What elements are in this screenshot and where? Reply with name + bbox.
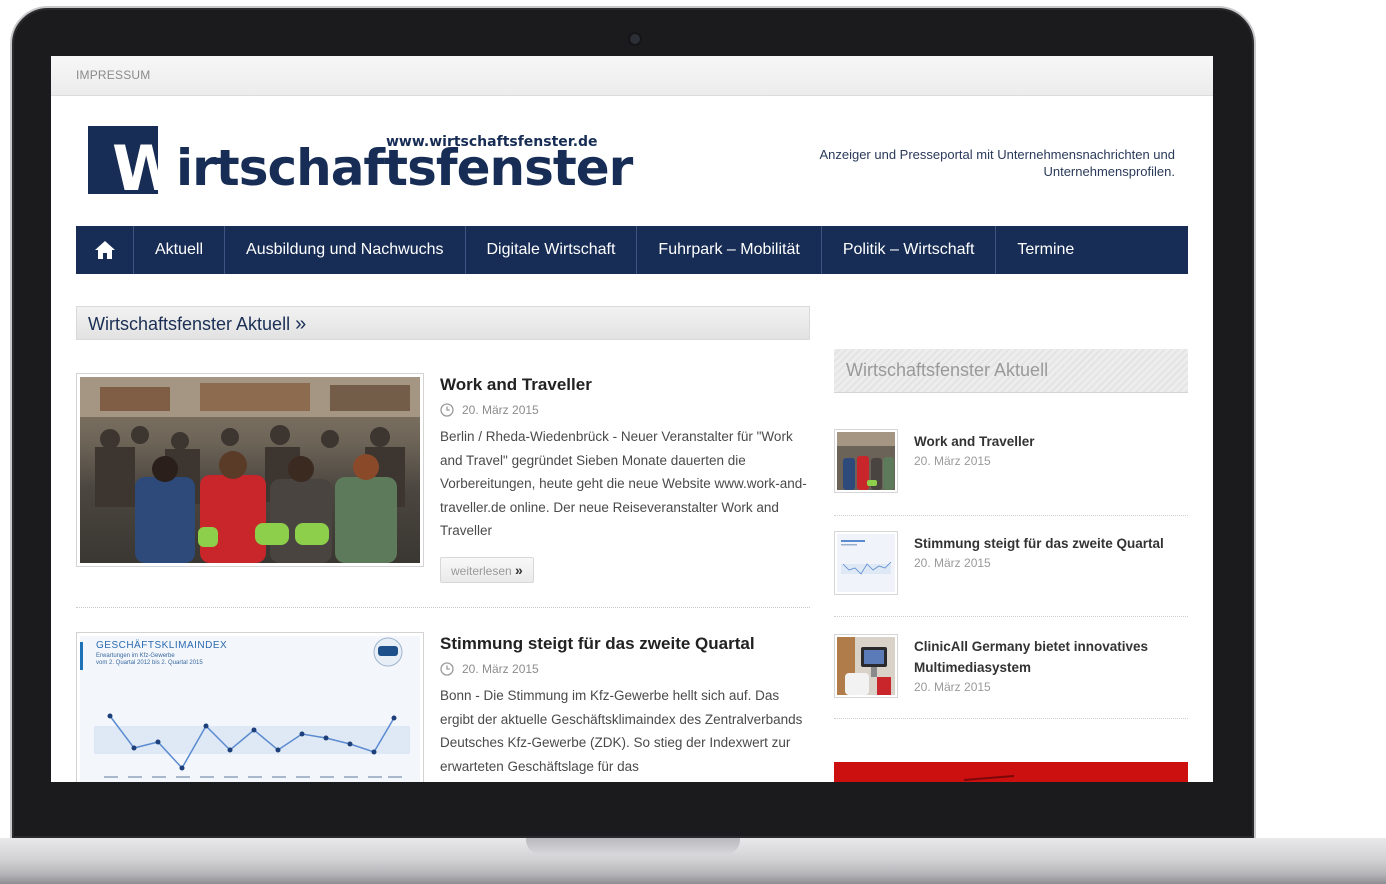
camera-icon	[630, 34, 640, 44]
article-thumbnail[interactable]: GESCHÄFTSKLIMAINDEX Erwartungen im Kfz-G…	[76, 632, 424, 782]
logo-w-letter: W	[112, 132, 181, 205]
read-more-arrow: »	[515, 562, 523, 578]
sidebar-heading: Wirtschaftsfenster Aktuell	[834, 349, 1188, 393]
site-tagline: Anzeiger und Presseportal mit Unternehme…	[819, 147, 1175, 179]
article-divider	[76, 607, 810, 608]
impressum-link[interactable]: IMPRESSUM	[76, 68, 150, 82]
sidebar-divider	[834, 515, 1188, 516]
sidebar-thumbnail[interactable]	[834, 531, 898, 595]
article-title[interactable]: Stimmung steigt für das zweite Quartal	[440, 634, 755, 654]
main-nav: Aktuell Ausbildung und Nachwuchs Digital…	[76, 226, 1188, 274]
sidebar-title: Wirtschaftsfenster Aktuell	[846, 360, 1049, 380]
section-arrow: »	[295, 313, 307, 335]
article-excerpt: Berlin / Rheda-Wiedenbrück - Neuer Veran…	[440, 429, 807, 539]
nav-item-ausbildung[interactable]: Ausbildung und Nachwuchs	[225, 226, 466, 274]
read-more-label: weiterlesen	[451, 564, 512, 578]
article-title[interactable]: Work and Traveller	[440, 375, 592, 395]
nav-item-digitale-wirtschaft[interactable]: Digitale Wirtschaft	[466, 226, 638, 274]
sidebar-item-title[interactable]: Stimmung steigt für das zweite Quartal	[914, 536, 1164, 551]
clock-icon	[440, 403, 454, 417]
sidebar-divider	[834, 616, 1188, 617]
sidebar-item-date: 20. März 2015	[914, 556, 991, 570]
sidebar-item-title[interactable]: Work and Traveller	[914, 434, 1035, 449]
section-title: Wirtschaftsfenster Aktuell	[88, 314, 291, 334]
article-date-text: 20. März 2015	[462, 662, 539, 676]
sidebar-item-date: 20. März 2015	[914, 680, 991, 694]
sidebar-item-date: 20. März 2015	[914, 454, 991, 468]
site-logo[interactable]: W irtschaftsfenster www.wirtschaftsfenst…	[88, 126, 633, 200]
nav-item-politik[interactable]: Politik – Wirtschaft	[822, 226, 997, 274]
section-title-link[interactable]: Wirtschaftsfenster Aktuell »	[88, 313, 306, 336]
sidebar-thumbnail[interactable]	[834, 634, 898, 698]
red-banner[interactable]	[834, 762, 1188, 782]
screen: IMPRESSUM W irtschaftsfenster www.wirtsc…	[51, 56, 1213, 782]
nav-item-fuhrpark[interactable]: Fuhrpark – Mobilität	[637, 226, 822, 274]
top-bar: IMPRESSUM	[51, 56, 1213, 96]
sidebar-divider	[834, 718, 1188, 719]
article-thumbnail[interactable]	[76, 373, 424, 567]
nav-item-termine[interactable]: Termine	[996, 226, 1095, 274]
section-heading: Wirtschaftsfenster Aktuell »	[76, 306, 810, 340]
nav-item-aktuell[interactable]: Aktuell	[134, 226, 226, 274]
laptop-notch	[526, 838, 740, 854]
home-icon	[94, 241, 115, 259]
sidebar-item-title[interactable]: ClinicAll Germany bietet innovatives Mul…	[914, 639, 1148, 675]
logo-url: www.wirtschaftsfenster.de	[386, 134, 598, 150]
article-date-text: 20. März 2015	[462, 403, 539, 417]
nav-home[interactable]	[76, 226, 134, 274]
read-more-button[interactable]: weiterlesen »	[440, 557, 534, 583]
article-date: 20. März 2015	[440, 403, 539, 417]
article-excerpt: Bonn - Die Stimmung im Kfz-Gewerbe hellt…	[440, 688, 803, 774]
sidebar-thumbnail[interactable]	[834, 429, 898, 493]
article-date: 20. März 2015	[440, 662, 539, 676]
clock-icon	[440, 662, 454, 676]
